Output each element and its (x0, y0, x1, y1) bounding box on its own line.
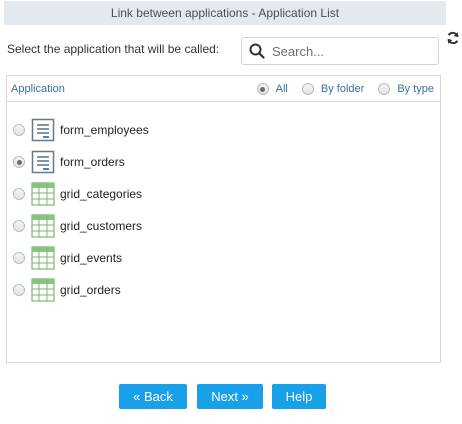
filter-by-folder-radio[interactable] (301, 83, 314, 95)
app-radio[interactable] (13, 220, 25, 232)
list-item-grid-events[interactable]: grid_events (13, 246, 122, 270)
filter-all-radio[interactable] (256, 83, 269, 95)
filter-all-label: All (275, 83, 288, 95)
grid-icon (31, 214, 55, 238)
window-title: Link between applications - Application … (4, 1, 446, 25)
app-name: grid_categories (60, 187, 143, 201)
filter-by-type-label: By type (397, 83, 434, 95)
search-input[interactable]: Search... (241, 37, 439, 65)
form-icon (31, 118, 55, 142)
back-button[interactable]: « Back (119, 384, 187, 409)
grid-icon (31, 246, 55, 270)
grid-icon (31, 182, 55, 206)
app-radio[interactable] (13, 124, 25, 136)
filter-by-type[interactable]: By type (378, 83, 434, 95)
list-item-grid-customers[interactable]: grid_customers (13, 214, 142, 238)
grid-icon (31, 278, 55, 302)
filter-all[interactable]: All (256, 83, 288, 95)
list-item-form-orders[interactable]: form_orders (13, 150, 125, 174)
app-name: grid_customers (60, 219, 143, 233)
app-radio[interactable] (13, 284, 25, 296)
filter-by-folder-label: By folder (320, 83, 365, 95)
filter-by-type-radio[interactable] (378, 83, 391, 95)
app-name: grid_orders (60, 283, 121, 297)
app-radio[interactable] (13, 252, 25, 264)
app-radio[interactable] (13, 156, 25, 168)
list-item-form-employees[interactable]: form_employees (13, 118, 149, 142)
app-name: form_employees (60, 123, 149, 137)
list-item-grid-categories[interactable]: grid_categories (13, 182, 142, 206)
search-placeholder: Search... (272, 43, 325, 59)
help-button[interactable]: Help (272, 384, 326, 409)
app-name: form_orders (60, 155, 125, 169)
form-icon (31, 150, 55, 174)
filter-group: All By folder By type (243, 76, 434, 102)
filter-by-folder[interactable]: By folder (301, 83, 365, 95)
search-icon (242, 37, 272, 65)
select-prompt: Select the application that will be call… (7, 42, 220, 56)
list-item-grid-orders[interactable]: grid_orders (13, 278, 121, 302)
refresh-icon[interactable] (446, 31, 460, 45)
column-header-application: Application (11, 82, 65, 95)
panel-header: Application All By folder By type (7, 76, 440, 102)
application-list-panel: Application All By folder By type form_e… (6, 75, 441, 363)
window-title-text: Link between applications - Application … (110, 6, 340, 20)
app-name: grid_events (60, 251, 123, 265)
next-button[interactable]: Next » (197, 384, 263, 409)
app-radio[interactable] (13, 188, 25, 200)
